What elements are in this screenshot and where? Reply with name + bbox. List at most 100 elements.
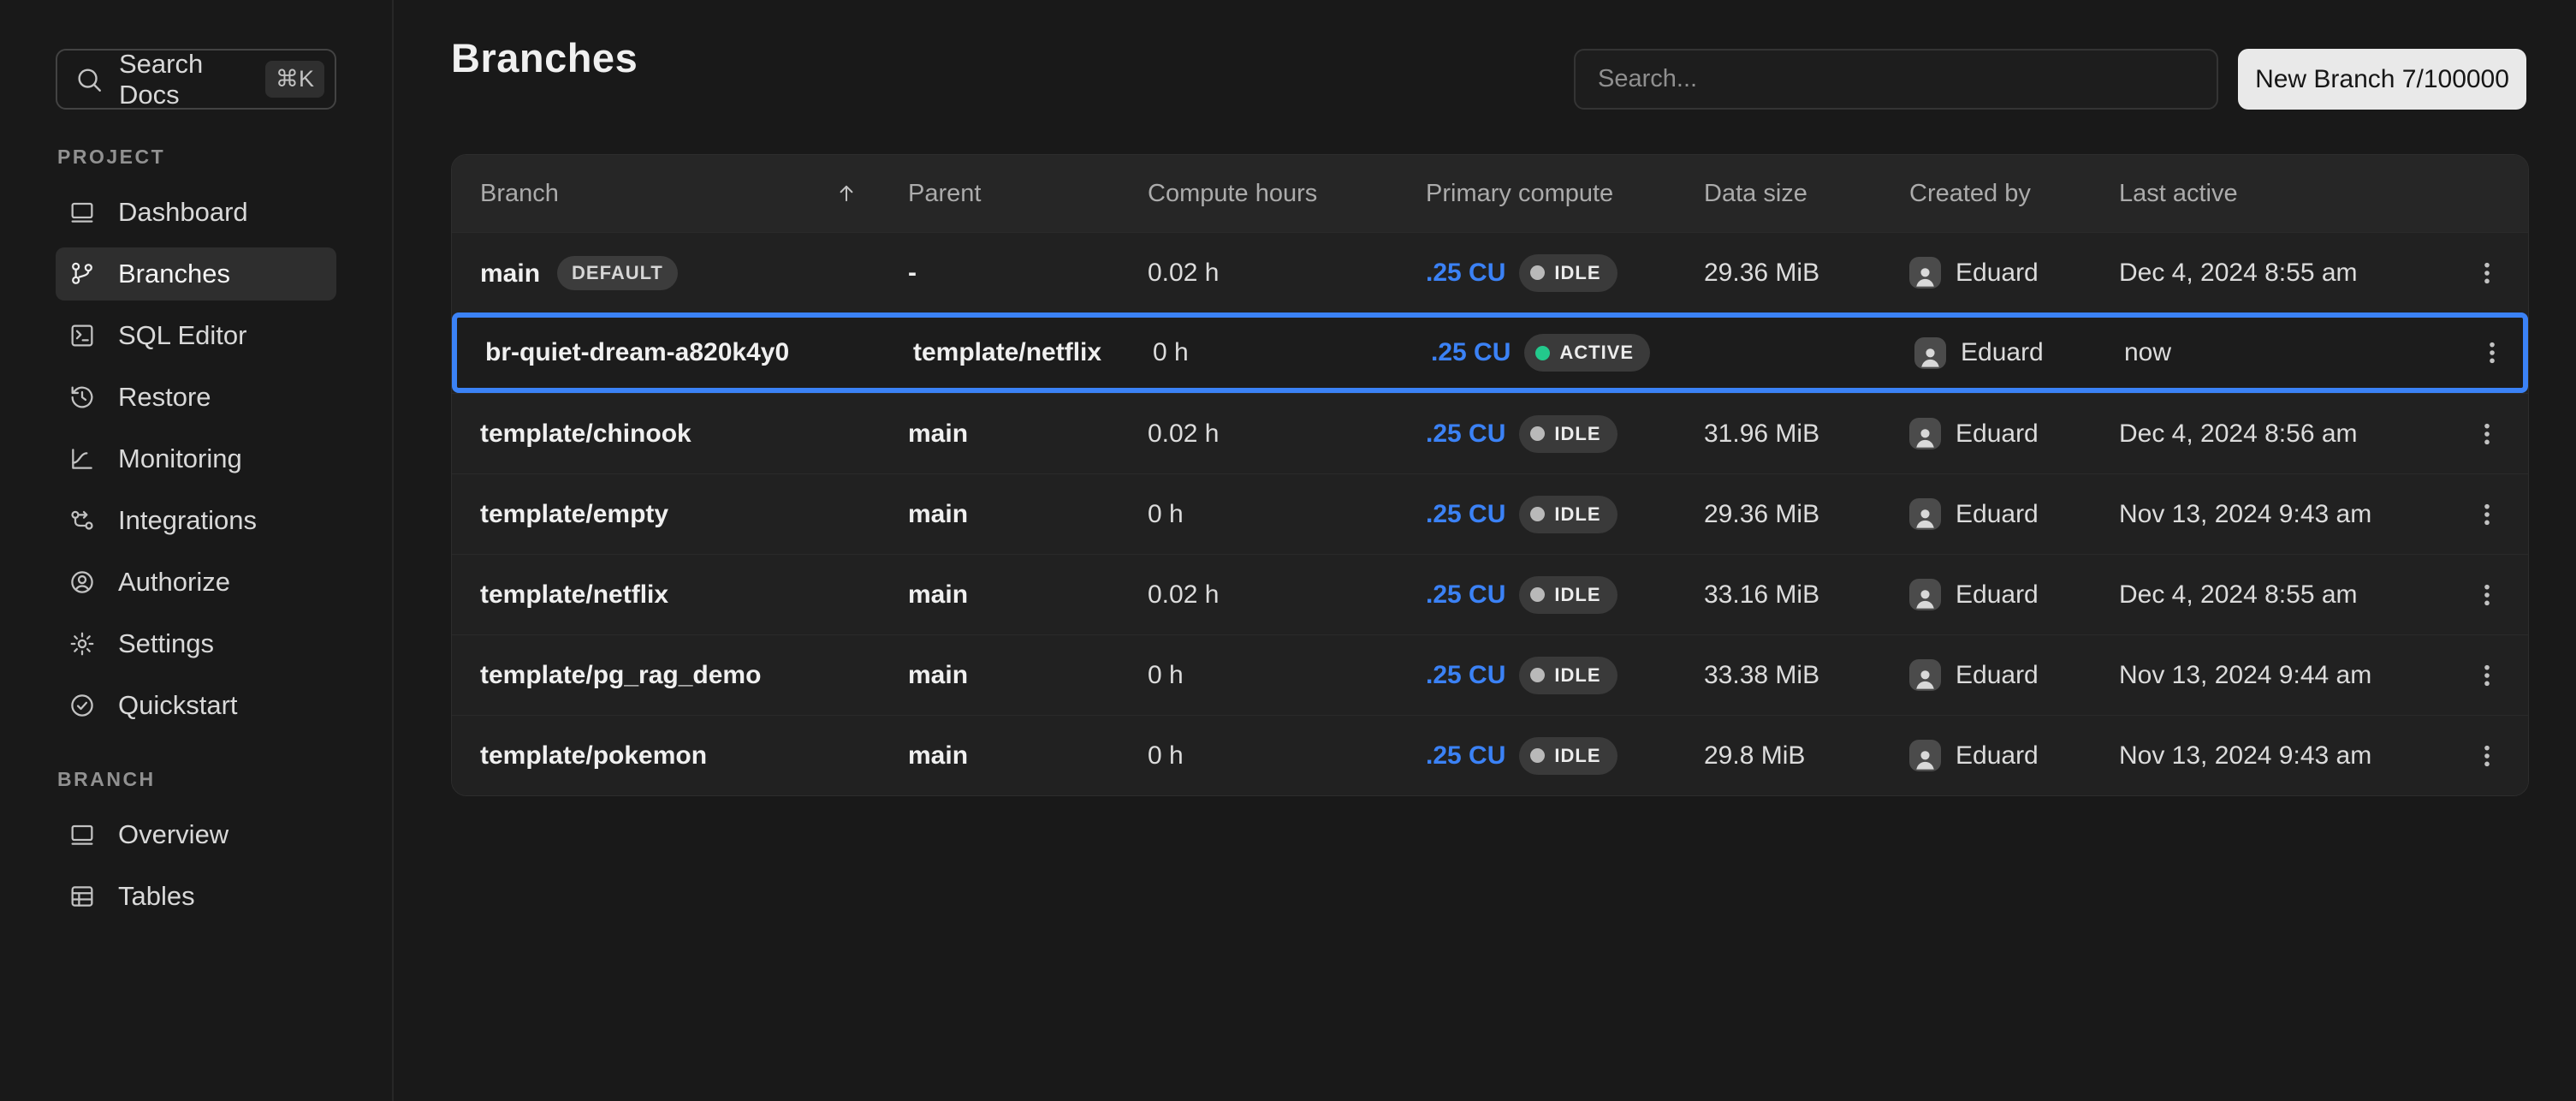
created-by-cell: Eduard xyxy=(1914,337,2124,369)
new-branch-button[interactable]: New Branch 7/100000 xyxy=(2238,49,2526,110)
table-row[interactable]: template/pg_rag_demomain0 h.25 CUIDLE33.… xyxy=(452,634,2528,715)
branch-search-input[interactable] xyxy=(1574,49,2218,110)
nav-section-label-branch: BRANCH xyxy=(57,768,365,791)
docs-search-button[interactable]: Search Docs ⌘K xyxy=(56,49,336,110)
sidebar-item-quickstart[interactable]: Quickstart xyxy=(56,679,336,732)
column-header-label: Last active xyxy=(2119,180,2238,207)
primary-compute-cell: .25 CUACTIVE xyxy=(1431,334,1709,372)
row-menu-button[interactable] xyxy=(2466,649,2514,702)
row-menu-button[interactable] xyxy=(2466,568,2514,622)
row-menu-button[interactable] xyxy=(2466,408,2514,461)
created-by-cell: Eduard xyxy=(1909,659,2119,691)
status-dot xyxy=(1530,507,1545,521)
search-icon xyxy=(74,65,104,94)
sidebar-item-authorize[interactable]: Authorize xyxy=(56,556,336,609)
compute-hours-cell: 0 h xyxy=(1148,661,1426,690)
actions-cell xyxy=(2471,326,2529,379)
actions-cell xyxy=(2466,247,2528,300)
compute-status-badge: IDLE xyxy=(1519,657,1617,694)
created-by-cell: Eduard xyxy=(1909,740,2119,771)
column-header-last-active[interactable]: Last active xyxy=(2119,180,2466,208)
status-label: IDLE xyxy=(1554,664,1600,687)
sidebar-item-dashboard[interactable]: Dashboard xyxy=(56,186,336,239)
table-row[interactable]: template/chinookmain0.02 h.25 CUIDLE31.9… xyxy=(452,393,2528,473)
sidebar-item-label: Monitoring xyxy=(118,443,242,474)
data-size-cell: 29.8 MiB xyxy=(1704,741,1909,771)
parent-name: main xyxy=(908,741,968,770)
sidebar-item-label: SQL Editor xyxy=(118,320,246,351)
last-active-cell: Dec 4, 2024 8:55 am xyxy=(2119,580,2466,610)
status-label: IDLE xyxy=(1554,584,1600,606)
status-dot xyxy=(1530,748,1545,763)
table-row[interactable]: template/emptymain0 h.25 CUIDLE29.36 MiB… xyxy=(452,473,2528,554)
sidebar-item-label: Integrations xyxy=(118,505,257,536)
column-header-branch[interactable]: Branch xyxy=(452,180,908,208)
kebab-icon xyxy=(2473,501,2501,528)
sidebar-item-label: Overview xyxy=(118,819,229,850)
avatar xyxy=(1909,418,1941,449)
compute-units: .25 CU xyxy=(1426,420,1505,449)
last-active-cell: Dec 4, 2024 8:55 am xyxy=(2119,259,2466,288)
column-header-data-size[interactable]: Data size xyxy=(1704,180,1909,208)
data-size-cell: 29.36 MiB xyxy=(1704,259,1909,288)
branch-name: br-quiet-dream-a820k4y0 xyxy=(485,338,789,366)
actions-cell xyxy=(2466,408,2528,461)
row-menu-button[interactable] xyxy=(2466,729,2514,783)
row-menu-button[interactable] xyxy=(2471,326,2519,379)
sidebar-item-tables[interactable]: Tables xyxy=(56,870,336,923)
branch-cell: template/chinook xyxy=(452,420,908,449)
last-active-cell: Nov 13, 2024 9:44 am xyxy=(2119,661,2466,690)
actions-cell xyxy=(2466,568,2528,622)
column-header-label: Primary compute xyxy=(1426,180,1613,207)
column-header-compute-hours[interactable]: Compute hours xyxy=(1148,180,1426,208)
sidebar-item-overview[interactable]: Overview xyxy=(56,808,336,861)
actions-cell xyxy=(2466,649,2528,702)
parent-cell: main xyxy=(908,500,1148,529)
table-row[interactable]: template/pokemonmain0 h.25 CUIDLE29.8 Mi… xyxy=(452,715,2528,795)
table-row[interactable]: mainDEFAULT-0.02 h.25 CUIDLE29.36 MiBEdu… xyxy=(452,232,2528,312)
created-by-cell: Eduard xyxy=(1909,418,2119,449)
monitoring-icon xyxy=(68,445,96,473)
sidebar-item-settings[interactable]: Settings xyxy=(56,617,336,670)
row-menu-button[interactable] xyxy=(2466,488,2514,541)
creator-name: Eduard xyxy=(1956,259,2039,288)
sidebar-item-monitoring[interactable]: Monitoring xyxy=(56,432,336,485)
sidebar-item-label: Restore xyxy=(118,382,211,413)
integrations-icon xyxy=(68,507,96,534)
data-size-cell: 29.36 MiB xyxy=(1704,500,1909,529)
sidebar-item-restore[interactable]: Restore xyxy=(56,371,336,424)
status-dot xyxy=(1530,587,1545,602)
parent-name: - xyxy=(908,259,917,287)
status-dot xyxy=(1530,668,1545,682)
compute-units: .25 CU xyxy=(1426,741,1505,771)
compute-status-badge: IDLE xyxy=(1519,254,1617,292)
column-header-parent[interactable]: Parent xyxy=(908,180,1148,208)
compute-status-badge: IDLE xyxy=(1519,496,1617,533)
table-row[interactable]: template/netflixmain0.02 h.25 CUIDLE33.1… xyxy=(452,554,2528,634)
avatar xyxy=(1909,659,1941,691)
parent-name: main xyxy=(908,420,968,448)
avatar xyxy=(1909,579,1941,610)
sort-asc-icon xyxy=(834,182,858,205)
table-row[interactable]: br-quiet-dream-a820k4y0template/netflix0… xyxy=(452,312,2528,393)
last-active-cell: Nov 13, 2024 9:43 am xyxy=(2119,500,2466,529)
compute-hours-cell: 0.02 h xyxy=(1148,580,1426,610)
sidebar-item-label: Tables xyxy=(118,881,195,912)
column-header-primary-compute[interactable]: Primary compute xyxy=(1426,180,1704,208)
parent-name: template/netflix xyxy=(913,338,1101,366)
branch-name: template/chinook xyxy=(480,420,691,448)
column-header-created-by[interactable]: Created by xyxy=(1909,180,2119,208)
status-label: IDLE xyxy=(1554,745,1600,767)
creator-name: Eduard xyxy=(1956,580,2039,610)
status-dot xyxy=(1530,426,1545,441)
sidebar-item-sql-editor[interactable]: SQL Editor xyxy=(56,309,336,362)
row-menu-button[interactable] xyxy=(2466,247,2514,300)
status-label: IDLE xyxy=(1554,262,1600,284)
kebab-icon xyxy=(2473,662,2501,689)
parent-cell: main xyxy=(908,420,1148,449)
sidebar-item-branches[interactable]: Branches xyxy=(56,247,336,301)
sidebar-item-integrations[interactable]: Integrations xyxy=(56,494,336,547)
kebab-icon xyxy=(2473,742,2501,770)
kebab-icon xyxy=(2473,420,2501,448)
branches-icon xyxy=(68,260,96,288)
